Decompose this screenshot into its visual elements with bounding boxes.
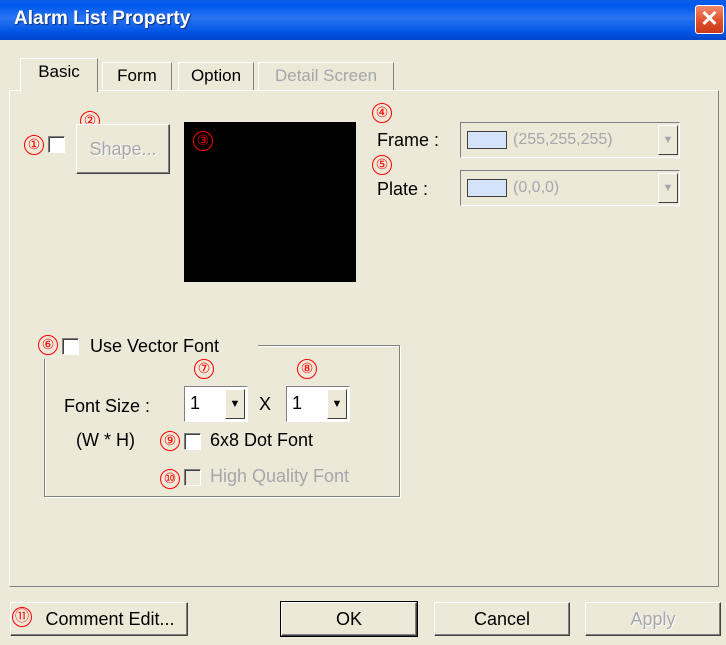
shape-button: Shape... [76, 124, 170, 174]
marker-7: ⑦ [194, 359, 214, 379]
frame-label: Frame : [377, 130, 440, 150]
close-button[interactable]: ✕ [695, 5, 724, 34]
plate-color-value: (0,0,0) [513, 179, 560, 196]
marker-8: ⑧ [297, 359, 317, 379]
dot-font-label: 6x8 Dot Font [210, 430, 314, 450]
high-quality-font-label: High Quality Font [210, 466, 350, 486]
wh-label: (W * H) [76, 430, 135, 450]
shape-enable-checkbox[interactable] [48, 136, 65, 153]
marker-6: ⑥ [38, 335, 58, 355]
chevron-down-icon: ▼ [658, 125, 678, 155]
plate-label: Plate : [377, 179, 429, 199]
marker-4: ④ [372, 103, 392, 123]
chevron-down-icon: ▼ [658, 173, 678, 203]
marker-10: ⑩ [160, 469, 180, 489]
plate-color-swatch [467, 179, 507, 197]
font-size-label: Font Size : [64, 396, 151, 416]
font-width-value: 1 [190, 393, 201, 413]
tab-form[interactable]: Form [102, 62, 172, 90]
frame-color-value: (255,255,255) [513, 131, 613, 148]
marker-3: ③ [193, 131, 213, 151]
font-height-select[interactable]: 1 ▼ [286, 386, 350, 422]
marker-9: ⑨ [160, 431, 180, 451]
dot-font-checkbox[interactable] [184, 433, 201, 450]
comment-edit-button[interactable]: Comment Edit... [10, 602, 188, 636]
font-height-value: 1 [292, 393, 303, 413]
marker-5: ⑤ [372, 155, 392, 175]
tab-detail-screen: Detail Screen [258, 62, 394, 90]
frame-color-swatch [467, 131, 507, 149]
apply-button: Apply [585, 602, 721, 636]
window-title: Alarm List Property [14, 8, 191, 29]
tab-option[interactable]: Option [178, 62, 254, 90]
high-quality-font-checkbox [184, 469, 201, 486]
use-vector-font-label: Use Vector Font [90, 336, 220, 356]
frame-color-combo: (255,255,255) ▼ [460, 122, 680, 158]
marker-11-overlay: ⑪ [12, 607, 32, 627]
ok-button[interactable]: OK [280, 601, 418, 637]
tab-basic[interactable]: Basic [20, 58, 98, 92]
plate-color-combo: (0,0,0) ▼ [460, 170, 680, 206]
chevron-down-icon[interactable]: ▼ [225, 389, 245, 419]
cancel-button[interactable]: Cancel [434, 602, 570, 636]
times-label: X [259, 394, 272, 414]
marker-1: ① [24, 135, 44, 155]
comment-edit-label: Comment Edit... [45, 609, 175, 629]
close-icon: ✕ [700, 6, 719, 31]
use-vector-font-checkbox[interactable] [62, 338, 79, 355]
chevron-down-icon[interactable]: ▼ [327, 389, 347, 419]
font-width-select[interactable]: 1 ▼ [184, 386, 248, 422]
